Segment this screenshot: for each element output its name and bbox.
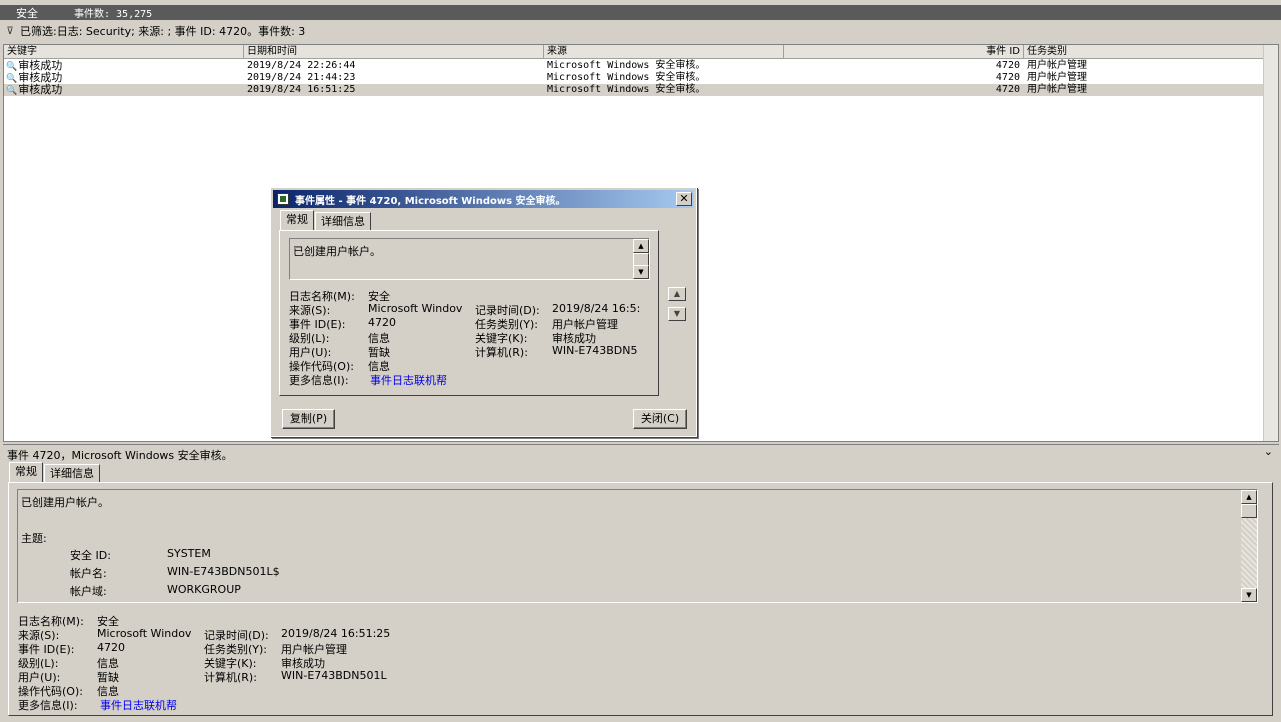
row-task: 用户帐户管理 xyxy=(1027,60,1087,71)
scroll-down-icon[interactable]: ▼ xyxy=(633,265,649,279)
list-scrollbar[interactable] xyxy=(1263,45,1278,441)
row-task: 用户帐户管理 xyxy=(1027,84,1087,95)
row-task: 用户帐户管理 xyxy=(1027,72,1087,83)
more-info-link[interactable]: 事件日志联机帮 xyxy=(100,697,177,713)
col-header-event-id[interactable]: 事件 ID xyxy=(784,45,1024,59)
preview-title: 事件 4720，Microsoft Windows 安全审核。 xyxy=(7,449,233,462)
col-header-datetime[interactable]: 日期和时间 xyxy=(244,45,544,59)
security-id-value: SYSTEM xyxy=(167,547,211,560)
copy-button[interactable]: 复制(P) xyxy=(282,409,335,429)
record-time-value: 2019/8/24 16:5: xyxy=(552,302,641,315)
preview-message-box[interactable]: 已创建用户帐户。 主题: 安全 ID: SYSTEM 帐户名: WIN-E743… xyxy=(17,489,1258,603)
table-row[interactable]: 🔍审核成功 2019/8/24 22:26:44 Microsoft Windo… xyxy=(4,60,1265,73)
key-icon: 🔍 xyxy=(6,74,18,84)
security-id-label: 安全 ID: xyxy=(70,549,111,562)
close-icon[interactable]: ✕ xyxy=(676,192,692,206)
preview-general-panel: 已创建用户帐户。 主题: 安全 ID: SYSTEM 帐户名: WIN-E743… xyxy=(8,482,1273,716)
computer-value: WIN-E743BDN501L xyxy=(281,669,387,682)
subject-label: 主题: xyxy=(21,532,47,545)
funnel-icon: ⊽ xyxy=(6,25,14,37)
next-event-icon[interactable]: ▼ xyxy=(668,307,686,321)
row-source: Microsoft Windows 安全审核。 xyxy=(547,72,706,83)
more-info-link[interactable]: 事件日志联机帮 xyxy=(370,372,447,388)
tab-details[interactable]: 详细信息 xyxy=(44,464,100,482)
filter-text: 已筛选:日志: Security; 来源: ; 事件 ID: 4720。事件数:… xyxy=(20,25,306,38)
event-count: 事件数: 35,275 xyxy=(74,9,153,20)
row-datetime: 2019/8/24 16:51:25 xyxy=(247,84,356,95)
row-datetime: 2019/8/24 22:26:44 xyxy=(247,60,356,71)
computer-label: 计算机(R): xyxy=(475,346,528,359)
table-row[interactable]: 🔍审核成功 2019/8/24 21:44:23 Microsoft Windo… xyxy=(4,72,1265,85)
preview-message-text: 已创建用户帐户。 xyxy=(21,496,109,509)
filter-bar: ⊽ 已筛选:日志: Security; 来源: ; 事件 ID: 4720。事件… xyxy=(0,21,1281,41)
dialog-title: 事件属性 - 事件 4720, Microsoft Windows 安全审核。 xyxy=(295,195,566,207)
table-row-selected[interactable]: 🔍审核成功 2019/8/24 16:51:25 Microsoft Windo… xyxy=(4,84,1265,96)
more-info-label: 更多信息(I): xyxy=(18,699,78,712)
preview-message-scrollbar[interactable]: ▲ ▼ xyxy=(1241,490,1257,602)
scroll-down-icon[interactable]: ▼ xyxy=(1241,588,1257,602)
scroll-up-icon[interactable]: ▲ xyxy=(1241,490,1257,504)
row-source: Microsoft Windows 安全审核。 xyxy=(547,84,706,95)
source-value: Microsoft Windov xyxy=(97,627,192,640)
row-event-id: 4720 xyxy=(995,84,1020,95)
message-box[interactable]: 已创建用户帐户。 ▲ ▼ xyxy=(289,238,650,280)
row-source: Microsoft Windows 安全审核。 xyxy=(547,60,706,71)
dialog-titlebar[interactable]: 事件属性 - 事件 4720, Microsoft Windows 安全审核。 … xyxy=(273,190,694,208)
list-header: 关键字 日期和时间 来源 事件 ID 任务类别 xyxy=(4,45,1265,59)
col-header-task[interactable]: 任务类别 xyxy=(1024,45,1265,59)
record-time-value: 2019/8/24 16:51:25 xyxy=(281,627,391,640)
event-viewer-icon xyxy=(277,193,289,205)
source-value: Microsoft Windov xyxy=(368,302,463,315)
computer-label: 计算机(R): xyxy=(204,671,257,684)
col-header-keyword[interactable]: 关键字 xyxy=(4,45,244,59)
account-domain-label: 帐户域: xyxy=(70,585,107,598)
event-properties-dialog: 事件属性 - 事件 4720, Microsoft Windows 安全审核。 … xyxy=(270,187,697,437)
row-event-id: 4720 xyxy=(995,72,1020,83)
dialog-tabs: 常规 详细信息 xyxy=(280,210,372,230)
account-name-label: 帐户名: xyxy=(70,567,107,580)
key-icon: 🔍 xyxy=(6,62,18,72)
computer-value: WIN-E743BDN5 xyxy=(552,344,638,357)
row-datetime: 2019/8/24 21:44:23 xyxy=(247,72,356,83)
scroll-thumb[interactable] xyxy=(1241,504,1257,518)
scroll-up-icon[interactable]: ▲ xyxy=(633,239,649,253)
account-name-value: WIN-E743BDN501L$ xyxy=(167,565,280,578)
message-scrollbar[interactable]: ▲ ▼ xyxy=(633,239,649,279)
preview-pane: 事件 4720，Microsoft Windows 安全审核。 ⌄ 常规 详细信… xyxy=(3,444,1279,720)
general-panel: 已创建用户帐户。 ▲ ▼ 日志名称(M): 安全 来源(S): Microsof… xyxy=(279,230,659,396)
tab-general[interactable]: 常规 xyxy=(280,210,314,230)
more-info-label: 更多信息(I): xyxy=(289,374,349,387)
row-event-id: 4720 xyxy=(995,60,1020,71)
log-name: 安全 xyxy=(16,6,38,20)
collapse-icon[interactable]: ⌄ xyxy=(1264,445,1273,458)
message-text: 已创建用户帐户。 xyxy=(293,245,381,258)
previous-event-icon[interactable]: ▲ xyxy=(668,287,686,301)
tab-details[interactable]: 详细信息 xyxy=(315,212,371,230)
row-keyword: 审核成功 xyxy=(18,83,63,96)
log-header-bar: 安全 事件数: 35,275 xyxy=(0,5,1281,20)
event-id-value: 4720 xyxy=(97,641,125,654)
account-domain-value: WORKGROUP xyxy=(167,583,241,596)
preview-tabs: 常规 详细信息 xyxy=(9,462,101,482)
close-button[interactable]: 关闭(C) xyxy=(633,409,687,429)
col-header-source[interactable]: 来源 xyxy=(544,45,784,59)
key-icon: 🔍 xyxy=(6,86,18,96)
event-id-value: 4720 xyxy=(368,316,396,329)
tab-general[interactable]: 常规 xyxy=(9,462,43,482)
